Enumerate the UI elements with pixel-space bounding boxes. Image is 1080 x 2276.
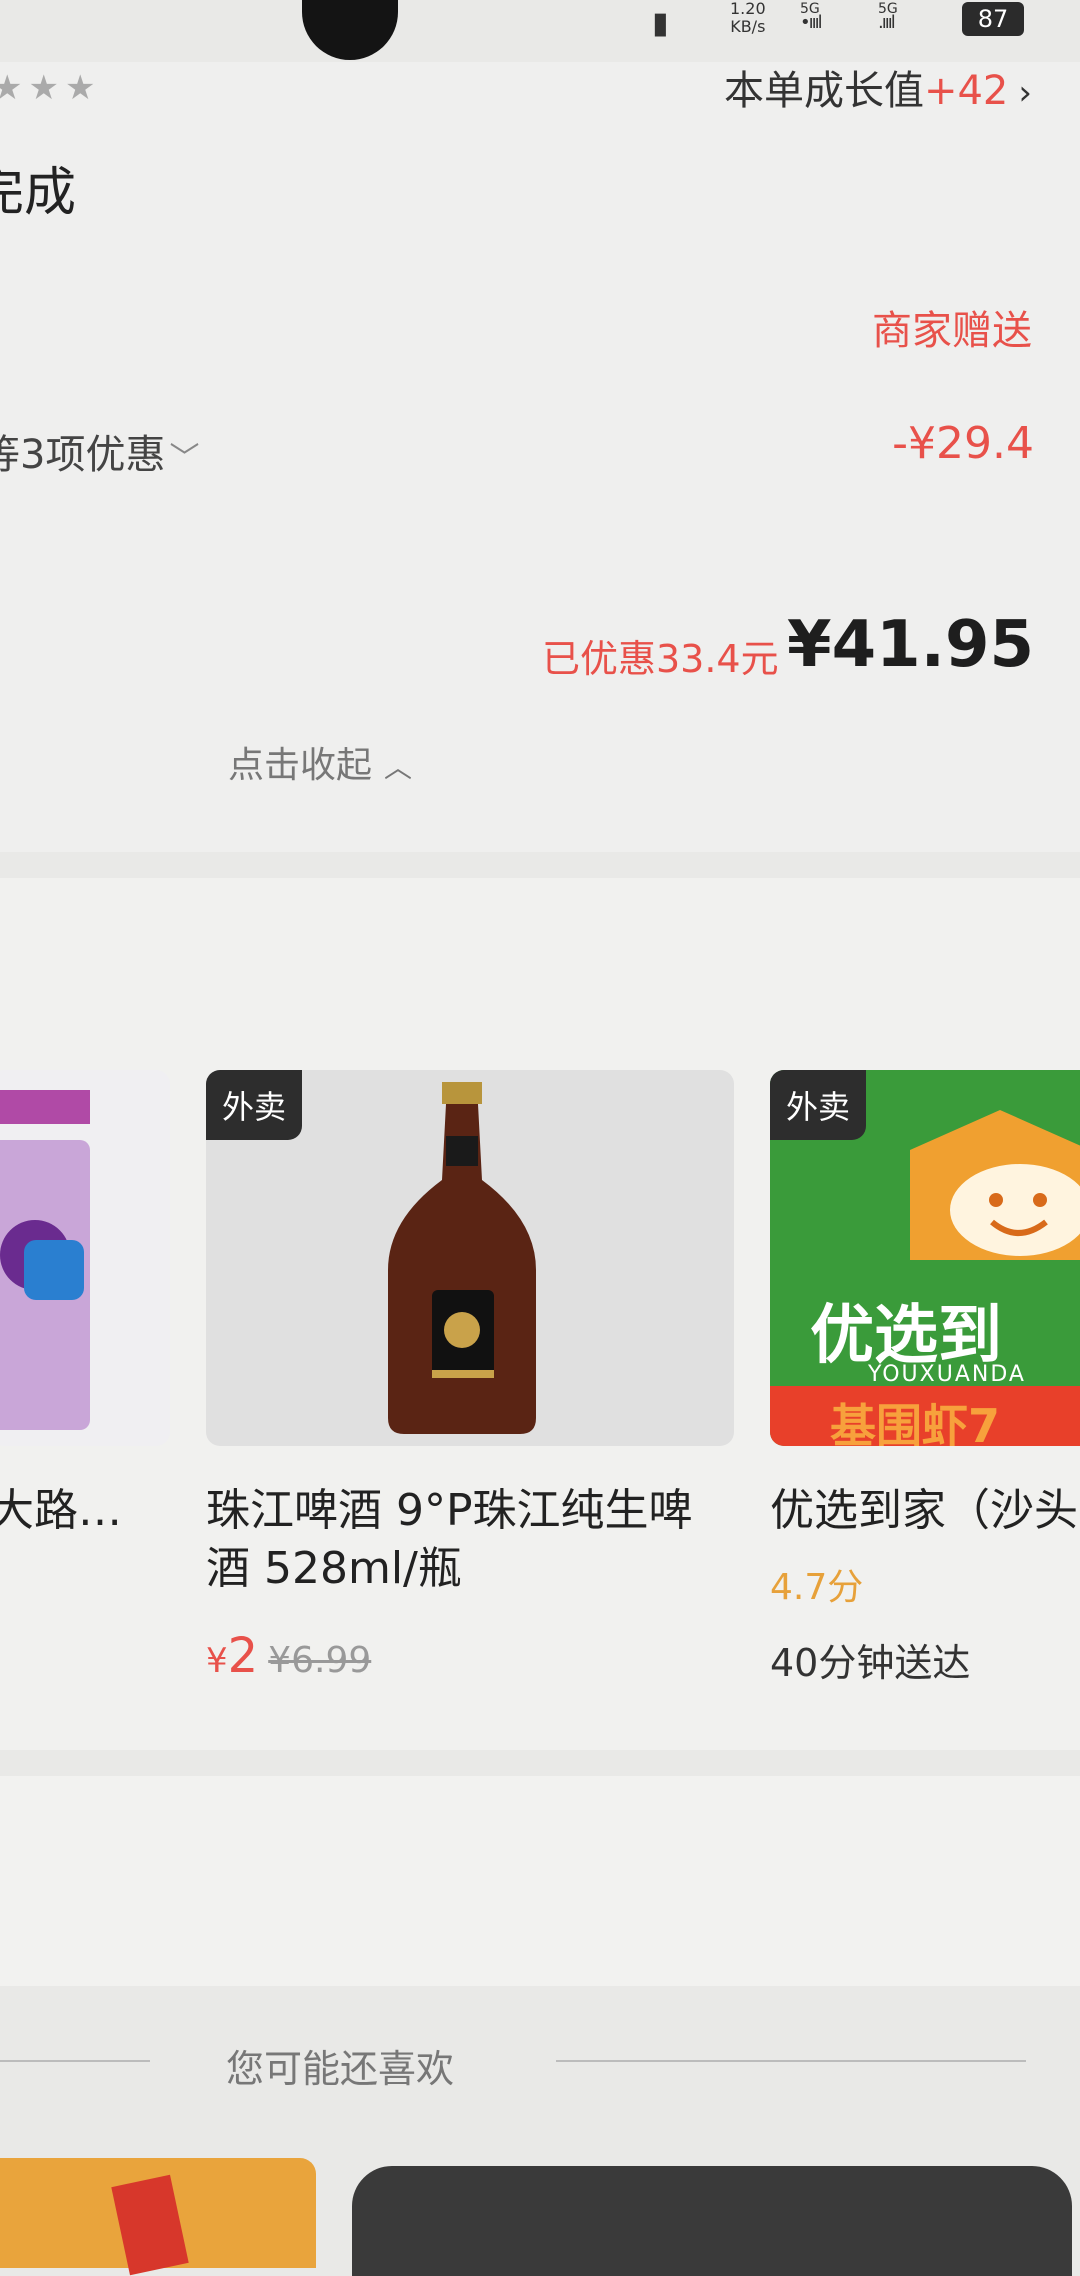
total-price: ¥41.95 <box>787 608 1034 682</box>
network-speed: 1.20 KB/s <box>730 0 766 36</box>
chevron-up-icon: ︿ <box>384 751 413 784</box>
you-may-like-title: 您可能还喜欢 <box>226 2047 455 2091</box>
discount-amount: -¥29.4 <box>892 418 1034 469</box>
merchant-gift-label: 商家赠送 <box>872 308 1032 354</box>
network-speed-value: 1.20 <box>730 0 766 18</box>
product-card-2[interactable]: 外卖 珠江啤酒 9°P珠江纯生啤酒 528ml/瓶 ¥2 ¥6.99 <box>206 1070 734 1684</box>
growth-value-link[interactable]: 本单成长值+42 › <box>724 58 1032 116</box>
delivery-tag: 外卖 <box>770 1070 867 1140</box>
store-name: 优选到家（沙头 <box>770 1485 1078 1536</box>
product-image-candy <box>0 1070 170 1446</box>
chevron-right-icon: › <box>1018 73 1032 113</box>
collapse-label: 点击收起 <box>228 745 373 786</box>
divider-right <box>556 2060 1026 2062</box>
network-speed-unit: KB/s <box>730 17 766 36</box>
product-name: 珠江啤酒 9°P珠江纯生啤酒 528ml/瓶 <box>206 1485 693 1594</box>
product-price: ¥2 ¥6.99 <box>206 1628 734 1684</box>
front-camera <box>302 0 398 60</box>
status-bar: ▮ 1.20 KB/s 5G •ıııl 5G .ıııl 87 <box>0 0 1080 62</box>
battery-icon: 87 <box>962 2 1024 36</box>
promo-expand-toggle[interactable]: 等3项优惠﹀ <box>0 422 199 480</box>
order-status-title: 完成 <box>0 163 77 223</box>
growth-value: +42 <box>923 68 1009 114</box>
delivery-tag: 外卖 <box>206 1070 303 1140</box>
chevron-down-icon: ﹀ <box>169 441 200 476</box>
star-rating-icon: ★★★ <box>0 68 102 108</box>
saved-amount-text: 已优惠33.4元 <box>542 637 779 681</box>
store-banner-text: 基围虾7 <box>830 1399 1001 1446</box>
store-rating: 4.7分 <box>770 1567 864 1608</box>
current-price: 2 <box>227 1628 259 1684</box>
product-card-1[interactable]: 大路… <box>0 1070 170 1540</box>
store-logo-image: 优选到 YOUXUANDA 基围虾7 外卖 <box>770 1070 1080 1446</box>
divider-left <box>0 2060 150 2062</box>
product-name: 大路… <box>0 1485 122 1536</box>
delivery-time: 40分钟送达 <box>770 1641 971 1685</box>
collapse-button[interactable]: 点击收起 ︿ <box>228 736 412 788</box>
growth-label: 本单成长值 <box>723 68 924 114</box>
product-image-beer: 外卖 <box>206 1070 734 1446</box>
growth-card <box>0 1776 1080 1986</box>
product-card-3[interactable]: 优选到 YOUXUANDA 基围虾7 外卖 优选到家（沙头 4.7分 40分钟送… <box>770 1070 1080 1687</box>
recommendation-thumb-2[interactable] <box>352 2166 1072 2276</box>
promo-label: 等3项优惠 <box>0 432 166 478</box>
store-logo-subtext: YOUXUANDA <box>868 1362 1026 1387</box>
recommendation-thumb-1[interactable] <box>0 2158 316 2276</box>
signal-2-icon: 5G .ıııl <box>878 1 898 33</box>
currency-symbol: ¥ <box>206 1641 228 1681</box>
signal-1-icon: 5G •ıııl <box>800 1 823 33</box>
original-price: ¥6.99 <box>268 1640 372 1681</box>
vibrate-icon: ▮ <box>652 6 669 41</box>
